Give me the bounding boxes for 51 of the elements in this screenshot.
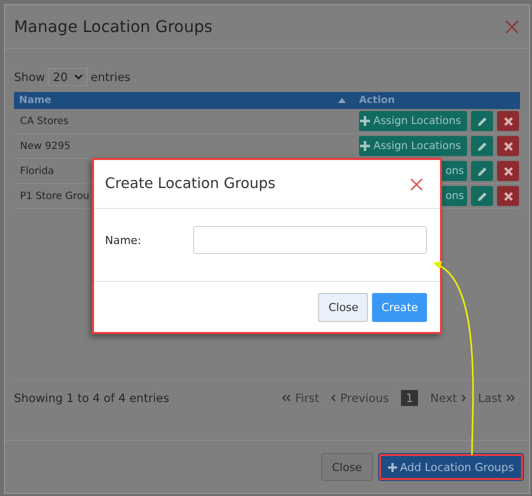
pencil-icon — [476, 190, 488, 202]
plus-icon — [360, 141, 370, 151]
pencil-icon — [476, 166, 488, 176]
name-label: Name: — [105, 234, 142, 246]
close-icon — [504, 192, 512, 200]
pencil-icon — [476, 116, 488, 126]
double-chevron-left-icon — [282, 394, 292, 402]
plus-icon — [360, 116, 370, 126]
edit-button[interactable] — [471, 136, 493, 156]
double-chevron-right-icon — [506, 394, 515, 402]
close-icon — [504, 142, 512, 150]
window-title: Manage Location Groups — [14, 17, 212, 36]
delete-button[interactable] — [497, 161, 519, 181]
entries-label: entries — [90, 70, 131, 84]
edit-button[interactable] — [471, 161, 493, 181]
show-label: Show — [14, 70, 46, 84]
next-page-link[interactable]: Next — [430, 391, 466, 405]
delete-button[interactable] — [497, 136, 519, 156]
column-header[interactable]: Name — [19, 95, 52, 106]
table-cell-text: New 9295 — [19, 140, 72, 152]
name-input[interactable] — [193, 226, 427, 254]
create-button[interactable]: Create — [372, 292, 427, 322]
dialog-title: Create Location Groups — [105, 176, 276, 192]
delete-button[interactable] — [497, 186, 519, 206]
table-cell-text: Florida — [19, 166, 56, 176]
assign-locations-button[interactable]: Assign Locations — [359, 111, 467, 131]
table-cell-text: P1 Store Grou — [19, 190, 90, 202]
close-button[interactable]: Close — [318, 292, 368, 322]
chevron-left-icon — [331, 394, 336, 402]
close-icon[interactable] — [410, 178, 423, 190]
pencil-icon — [476, 140, 488, 152]
last-page-link[interactable]: Last — [478, 391, 515, 405]
column-header[interactable]: Action — [359, 95, 395, 106]
first-page-link[interactable]: First — [282, 391, 320, 405]
chevron-right-icon — [461, 394, 466, 402]
close-icon — [504, 166, 512, 176]
close-icon — [504, 116, 512, 126]
close-icon[interactable] — [505, 20, 519, 34]
prev-page-link[interactable]: Previous — [331, 391, 389, 405]
entries-select[interactable]: 20 — [48, 68, 88, 86]
table-cell-text: CA Stores — [19, 116, 70, 126]
chevron-icon — [74, 74, 83, 80]
close-button[interactable]: Close — [320, 453, 373, 481]
assign-locations-button[interactable]: Assign Locations — [359, 136, 467, 156]
edit-button[interactable] — [471, 186, 493, 206]
plus-icon — [388, 462, 397, 472]
delete-button[interactable] — [497, 111, 519, 131]
page-button[interactable]: 1 — [400, 390, 418, 406]
add-location-groups-button[interactable]: Add Location Groups — [378, 453, 524, 481]
entries-info: Showing 1 to 4 of 4 entries — [14, 391, 170, 405]
edit-button[interactable] — [471, 111, 493, 131]
